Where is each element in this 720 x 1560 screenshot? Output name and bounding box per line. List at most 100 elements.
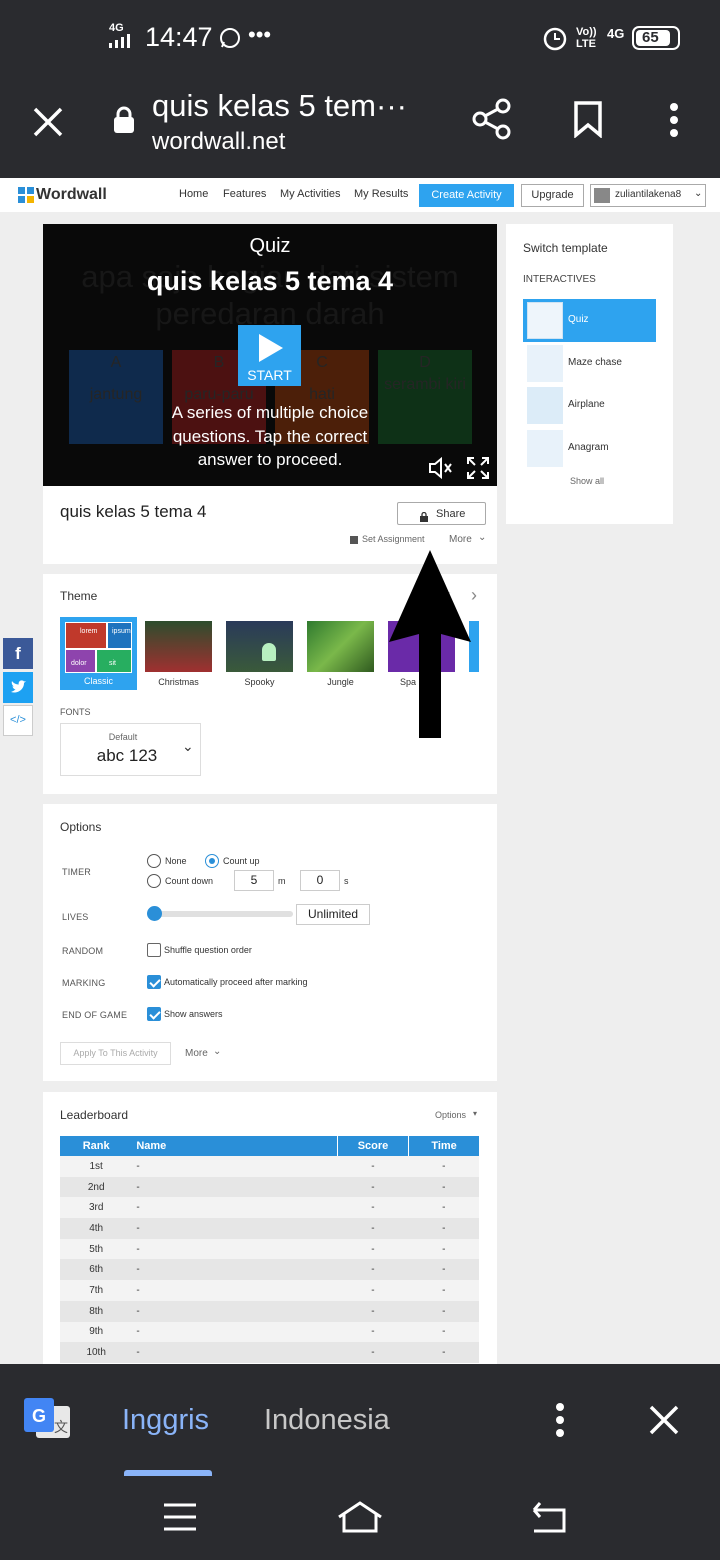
nav-my-activities[interactable]: My Activities xyxy=(280,188,341,200)
share-button[interactable]: Share xyxy=(397,502,486,525)
timer-countup-radio[interactable] xyxy=(205,854,219,868)
template-anagram[interactable]: Anagram xyxy=(523,428,656,468)
leaderboard-row: 9th - - - xyxy=(60,1321,479,1343)
show-all-link[interactable]: Show all xyxy=(570,476,604,486)
theme-spooky[interactable]: Spooky xyxy=(226,621,293,691)
volume-icon[interactable] xyxy=(428,456,454,484)
col-score: Score xyxy=(336,1136,409,1156)
score-cell: - xyxy=(337,1156,409,1177)
theme-christmas[interactable]: Christmas xyxy=(145,621,212,691)
show-answers-checkbox[interactable] xyxy=(147,1007,161,1021)
theme-label: Christmas xyxy=(158,677,199,687)
minutes-unit: m xyxy=(278,876,286,886)
minutes-input[interactable]: 5 xyxy=(234,870,274,891)
language-to-tab[interactable]: Indonesia xyxy=(264,1404,390,1437)
font-sample: abc 123 xyxy=(96,746,158,765)
share-label: Share xyxy=(436,508,466,520)
leaderboard-options[interactable]: Options xyxy=(435,1110,466,1120)
score-cell: - xyxy=(337,1218,409,1239)
wordwall-logo[interactable]: Wordwall xyxy=(36,186,107,204)
name-cell: - xyxy=(132,1238,338,1260)
set-assignment-link[interactable]: Set Assignment xyxy=(362,534,425,544)
theme-label: Classic xyxy=(83,676,113,686)
time-cell: - xyxy=(408,1238,479,1260)
clock: 14:47 xyxy=(145,22,213,52)
language-from-tab[interactable]: Inggris xyxy=(122,1404,209,1437)
template-airplane[interactable]: Airplane xyxy=(523,385,656,425)
auto-proceed-label: Automatically proceed after marking xyxy=(164,977,308,987)
score-cell: - xyxy=(337,1176,409,1198)
leaderboard-row: 8th - - - xyxy=(60,1300,479,1322)
start-button[interactable]: START xyxy=(238,325,301,386)
bookmark-icon[interactable] xyxy=(573,100,603,139)
template-quiz[interactable]: Quiz xyxy=(523,299,656,342)
marking-label: MARKING xyxy=(62,978,106,988)
col-time: Time xyxy=(408,1136,479,1156)
theme-label: Jungle xyxy=(327,677,354,687)
more-vert-icon[interactable] xyxy=(668,102,680,138)
classic-thumbnail: lorem ipsum dolor sit xyxy=(65,622,132,673)
embed-share-button[interactable]: </> xyxy=(3,705,33,736)
close-icon[interactable] xyxy=(30,104,66,140)
lives-slider-track[interactable] xyxy=(148,911,293,917)
close-icon[interactable] xyxy=(648,1404,680,1441)
leaderboard-heading: Leaderboard xyxy=(60,1108,129,1122)
font-select[interactable]: Default abc 123 ⌄ xyxy=(60,723,201,776)
rank-cell: 4th xyxy=(60,1218,133,1239)
interactives-label: INTERACTIVES xyxy=(523,274,596,285)
auto-proceed-checkbox[interactable] xyxy=(147,975,161,989)
nav-features[interactable]: Features xyxy=(223,188,266,200)
assignment-checkbox-icon[interactable] xyxy=(350,536,358,544)
apply-button[interactable]: Apply To This Activity xyxy=(60,1042,171,1065)
rank-cell: 9th xyxy=(60,1321,133,1343)
random-label: RANDOM xyxy=(62,946,104,956)
user-menu[interactable]: zuliantilakena8 ⌄ xyxy=(590,184,706,207)
more-vert-icon[interactable] xyxy=(553,1402,567,1443)
facebook-share-button[interactable]: f xyxy=(3,638,33,669)
lock-icon xyxy=(112,106,136,134)
status-bar: 4G 14:47 ••• Vo)) LTE 4G 65 xyxy=(0,0,720,78)
score-cell: - xyxy=(337,1238,409,1260)
avatar xyxy=(594,188,610,203)
site-nav: Wordwall Home Features My Activities My … xyxy=(0,178,720,212)
upgrade-button[interactable]: Upgrade xyxy=(521,184,584,207)
name-cell: - xyxy=(132,1300,338,1322)
menu-icon[interactable] xyxy=(162,1502,198,1537)
create-activity-button[interactable]: Create Activity xyxy=(419,184,514,207)
font-default-label: Default xyxy=(108,732,138,742)
timer-none-radio[interactable] xyxy=(147,854,161,868)
fullscreen-icon[interactable] xyxy=(466,456,490,485)
page-title[interactable]: quis kelas 5 tem··· xyxy=(152,88,407,124)
lives-slider-handle[interactable] xyxy=(147,906,162,921)
share-icon[interactable] xyxy=(472,98,512,140)
col-rank: Rank xyxy=(60,1136,133,1156)
nav-home[interactable]: Home xyxy=(179,188,208,200)
home-icon[interactable] xyxy=(336,1500,384,1539)
svg-text:G: G xyxy=(32,1406,46,1426)
lock-icon xyxy=(420,509,428,527)
more-link[interactable]: More xyxy=(449,534,472,545)
rank-cell: 3rd xyxy=(60,1197,133,1219)
back-icon[interactable] xyxy=(528,1500,568,1539)
leaderboard-header-row: Rank Name Score Time xyxy=(60,1136,479,1156)
timer-countup-label: Count up xyxy=(223,856,260,866)
template-label: Anagram xyxy=(568,442,609,453)
theme-jungle[interactable]: Jungle xyxy=(307,621,374,691)
theme-heading: Theme xyxy=(60,589,98,603)
theme-classic[interactable]: lorem ipsum dolor sit Classic xyxy=(60,617,137,690)
twitter-share-button[interactable] xyxy=(3,672,33,703)
rank-cell: 2nd xyxy=(60,1176,133,1198)
seconds-input[interactable]: 0 xyxy=(300,870,340,891)
nav-my-results[interactable]: My Results xyxy=(354,188,408,200)
page-domain[interactable]: wordwall.net xyxy=(152,128,285,156)
options-more-link[interactable]: More xyxy=(185,1048,208,1059)
game-player[interactable]: apa saja bagian dari sistem peredaran da… xyxy=(43,224,497,486)
template-maze-chase[interactable]: Maze chase xyxy=(523,343,656,383)
name-cell: - xyxy=(132,1321,338,1343)
wordwall-logo-icon[interactable] xyxy=(18,187,34,203)
shuffle-checkbox[interactable] xyxy=(147,943,161,957)
translate-icon[interactable]: G文 xyxy=(24,1398,72,1440)
timer-countdown-radio[interactable] xyxy=(147,874,161,888)
volte-indicator: Vo)) LTE xyxy=(576,26,597,50)
options-heading: Options xyxy=(60,820,102,834)
